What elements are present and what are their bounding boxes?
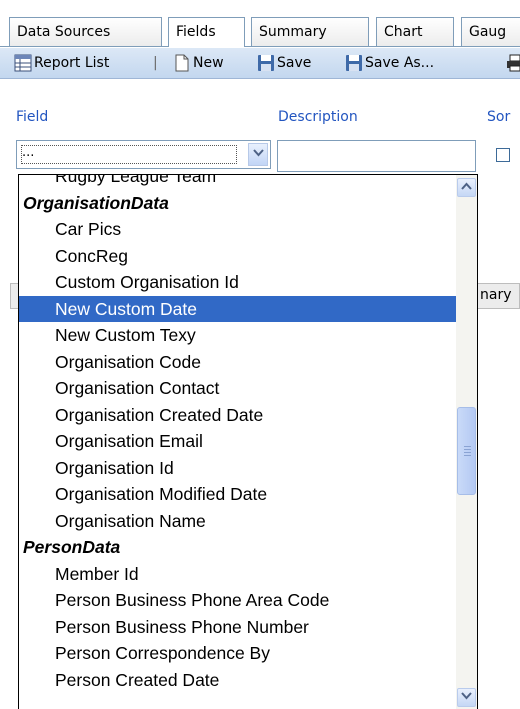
report-list-label: Report List <box>34 55 110 71</box>
tab-summary[interactable]: Summary <box>251 17 369 46</box>
sort-label: Sor <box>487 109 511 125</box>
scroll-up-button[interactable] <box>457 178 476 197</box>
list-item[interactable]: Person Business Phone Number <box>19 614 457 641</box>
description-input[interactable] <box>277 140 476 172</box>
chevron-down-icon <box>252 149 264 160</box>
field-label: Field <box>16 109 49 125</box>
tab-fields[interactable]: Fields <box>168 17 245 47</box>
chevron-down-icon <box>461 692 472 703</box>
tab-chart[interactable]: Chart <box>376 17 454 46</box>
floppy-disk-icon <box>345 54 363 72</box>
grid-list-icon <box>14 54 32 72</box>
list-item-selected[interactable]: New Custom Date <box>19 295 457 322</box>
chevron-up-icon <box>461 182 472 193</box>
list-item[interactable]: Member Id <box>19 561 457 588</box>
list-group-header: OrganisationData <box>23 192 169 213</box>
background-partial-text: nary <box>480 287 512 303</box>
description-label: Description <box>278 109 358 125</box>
separator-text: | <box>153 55 158 71</box>
list-item[interactable]: Person Correspondence By <box>19 640 457 667</box>
list-item[interactable]: Organisation Modified Date <box>19 481 457 508</box>
list-item[interactable]: Car Pics <box>19 216 457 243</box>
scrollbar-thumb[interactable] <box>457 407 476 495</box>
thumb-grip-line <box>464 455 471 456</box>
field-select-value: ... <box>21 145 237 164</box>
toolbar-separator: | <box>153 53 158 73</box>
list-group-header: PersonData <box>23 537 121 557</box>
list-item[interactable]: Person Created Date <box>19 667 457 694</box>
tab-bar: Data Sources Fields Summary Chart Gaug <box>0 0 520 48</box>
new-document-icon <box>173 54 191 72</box>
thumb-grip-line <box>464 452 471 453</box>
toolbar: Report List | New Save Save As... <box>0 48 520 79</box>
new-label: New <box>193 55 224 71</box>
vertical-scrollbar[interactable] <box>456 175 477 709</box>
field-select[interactable]: ... <box>16 140 271 169</box>
list-item[interactable]: Organisation Code <box>19 349 457 376</box>
report-list-button[interactable]: Report List <box>14 53 109 73</box>
list-item[interactable]: Organisation Created Date <box>19 402 457 429</box>
list-item[interactable]: Custom Organisation Id <box>19 269 457 296</box>
tab-data-sources[interactable]: Data Sources <box>9 17 162 46</box>
thumb-grip-line <box>464 449 471 450</box>
save-label: Save <box>277 55 312 71</box>
printer-icon <box>506 54 520 72</box>
new-button[interactable]: New <box>173 53 224 73</box>
save-as-button[interactable]: Save As... <box>345 53 434 73</box>
field-dropdown-list[interactable]: Rugby League Team OrganisationData Car P… <box>18 174 478 709</box>
list-item[interactable]: ConcReg <box>19 243 457 270</box>
tab-baseline <box>0 46 520 47</box>
list-item[interactable]: Person Business Phone Area Code <box>19 587 457 614</box>
list-item[interactable]: Organisation Email <box>19 428 457 455</box>
print-button[interactable] <box>506 53 520 73</box>
tab-gauge[interactable]: Gaug <box>461 17 520 46</box>
list-item[interactable]: Organisation Id <box>19 455 457 482</box>
list-item[interactable]: Rugby League Team <box>19 175 457 190</box>
sort-checkbox[interactable] <box>496 148 510 162</box>
thumb-grip-line <box>464 446 471 447</box>
save-button[interactable]: Save <box>257 53 311 73</box>
save-as-label: Save As... <box>365 55 435 71</box>
list-item[interactable]: Organisation Name <box>19 508 457 535</box>
floppy-disk-icon <box>257 54 275 72</box>
dropdown-arrow-button[interactable] <box>248 143 268 166</box>
list-item[interactable]: Organisation Contact <box>19 375 457 402</box>
scroll-down-button[interactable] <box>457 688 476 707</box>
list-item[interactable]: New Custom Texy <box>19 322 457 349</box>
dropdown-options: Rugby League Team OrganisationData Car P… <box>19 175 457 694</box>
